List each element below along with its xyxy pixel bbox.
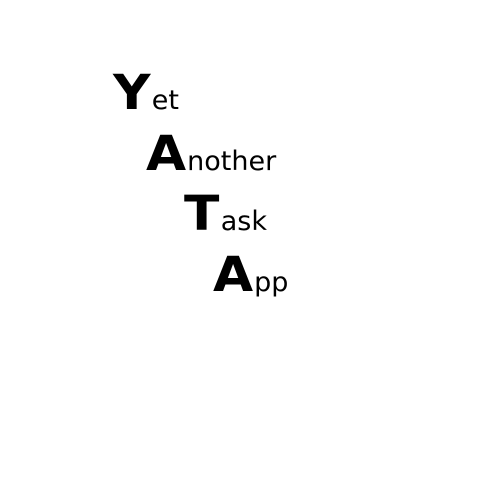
logo-initial-y: Y [113,65,151,121]
logo-line-app: App [213,251,288,299]
logo-line-yet: Yet [113,69,179,117]
logo-line-task: Task [184,190,267,238]
logo-word-rest-task: ask [220,206,267,237]
logo-word-rest-yet: et [151,85,179,116]
logo-initial-a-2: A [213,247,254,303]
logo-initial-a: A [146,126,187,182]
logo-word-rest-another: nother [187,146,277,177]
logo-word-rest-app: pp [254,267,289,298]
logo-line-another: Another [146,130,276,178]
app-logo: Yet Another Task App [0,0,500,500]
logo-initial-t: T [184,186,220,242]
